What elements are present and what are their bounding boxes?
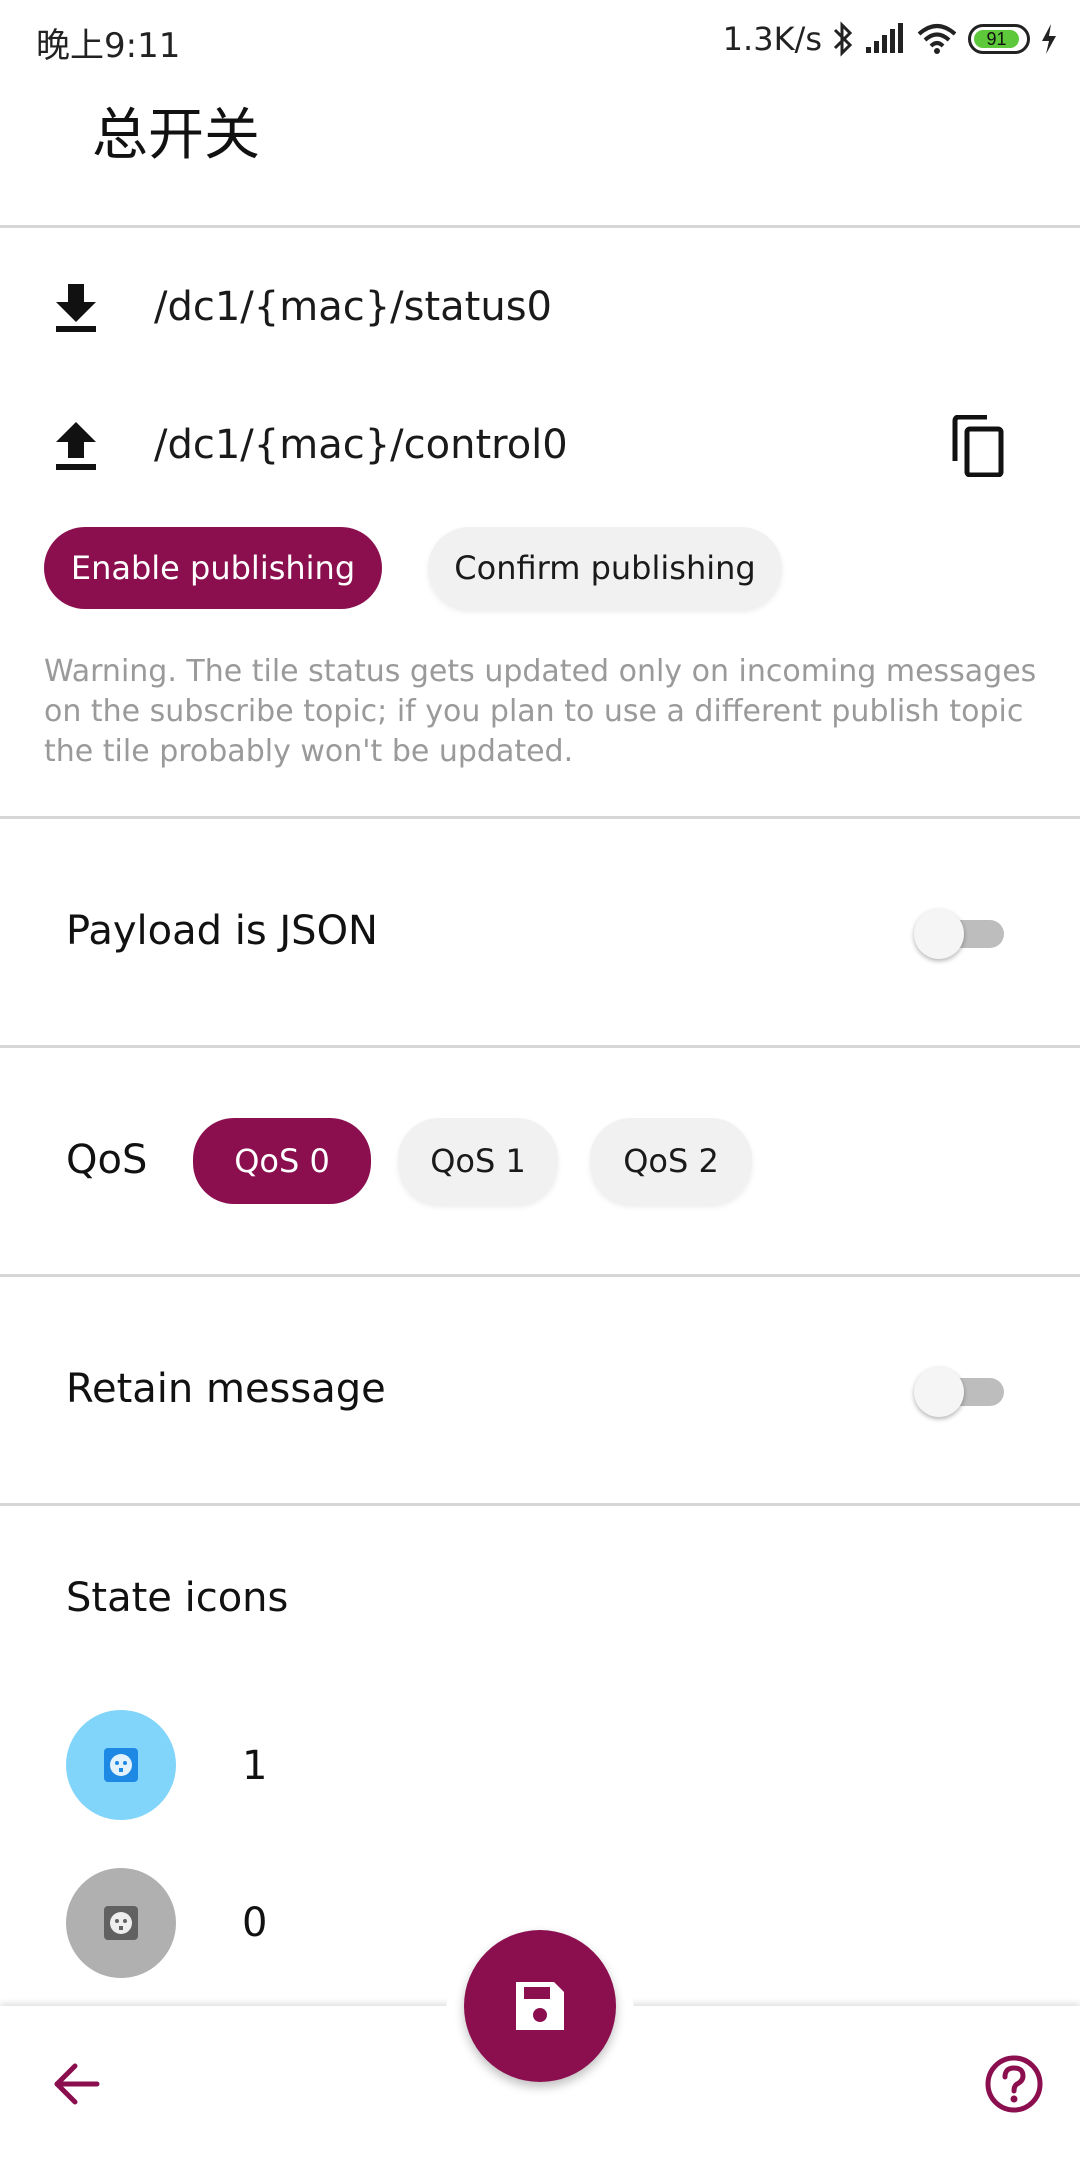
state-icon-off[interactable] (66, 1868, 176, 1978)
outlet-icon (104, 1906, 138, 1940)
subscribe-topic[interactable]: /dc1/{mac}/status0 (154, 284, 552, 330)
enable-publishing-button[interactable]: Enable publishing (44, 527, 382, 609)
state-icons-label: State icons (66, 1575, 289, 1621)
state-icon-on[interactable] (66, 1710, 176, 1820)
status-icons: 1.3K/s 91 (723, 14, 1058, 64)
qos-1-chip[interactable]: QoS 1 (398, 1118, 558, 1204)
switch-thumb (914, 1367, 964, 1417)
retain-message-label: Retain message (66, 1366, 386, 1412)
network-speed: 1.3K/s (722, 20, 822, 58)
status-time: 晚上9:11 (36, 26, 181, 66)
download-icon (54, 284, 98, 336)
publish-topic[interactable]: /dc1/{mac}/control0 (154, 422, 568, 468)
divider (0, 1503, 1080, 1506)
confirm-publishing-button[interactable]: Confirm publishing (428, 527, 782, 609)
save-icon (516, 1982, 564, 2030)
signal-icon (866, 23, 903, 53)
copy-icon[interactable] (948, 414, 1008, 478)
battery-icon: 91 (968, 24, 1030, 54)
battery-level: 91 (974, 30, 1019, 49)
page-title: 总开关 (92, 103, 260, 168)
outlet-icon (104, 1748, 138, 1782)
wifi-icon (917, 24, 957, 54)
save-button[interactable] (464, 1930, 616, 2082)
retain-message-switch[interactable] (914, 1362, 1006, 1418)
back-button[interactable] (44, 2052, 108, 2116)
qos-0-chip[interactable]: QoS 0 (193, 1118, 371, 1204)
publishing-warning: Warning. The tile status gets updated on… (44, 654, 1037, 769)
charging-icon (1042, 24, 1056, 54)
state-value-off: 0 (242, 1900, 268, 1946)
help-icon (985, 2055, 1043, 2113)
divider (0, 225, 1080, 228)
divider (0, 1274, 1080, 1277)
qos-label: QoS (66, 1137, 148, 1183)
upload-icon (54, 422, 98, 474)
state-value-on: 1 (242, 1743, 268, 1789)
payload-json-label: Payload is JSON (66, 908, 378, 954)
switch-thumb (914, 909, 964, 959)
help-button[interactable] (980, 2050, 1048, 2118)
qos-2-chip[interactable]: QoS 2 (590, 1118, 752, 1204)
arrow-back-icon (54, 2063, 100, 2105)
payload-json-switch[interactable] (914, 904, 1006, 960)
bluetooth-icon (833, 21, 853, 57)
divider (0, 1045, 1080, 1048)
divider (0, 816, 1080, 819)
